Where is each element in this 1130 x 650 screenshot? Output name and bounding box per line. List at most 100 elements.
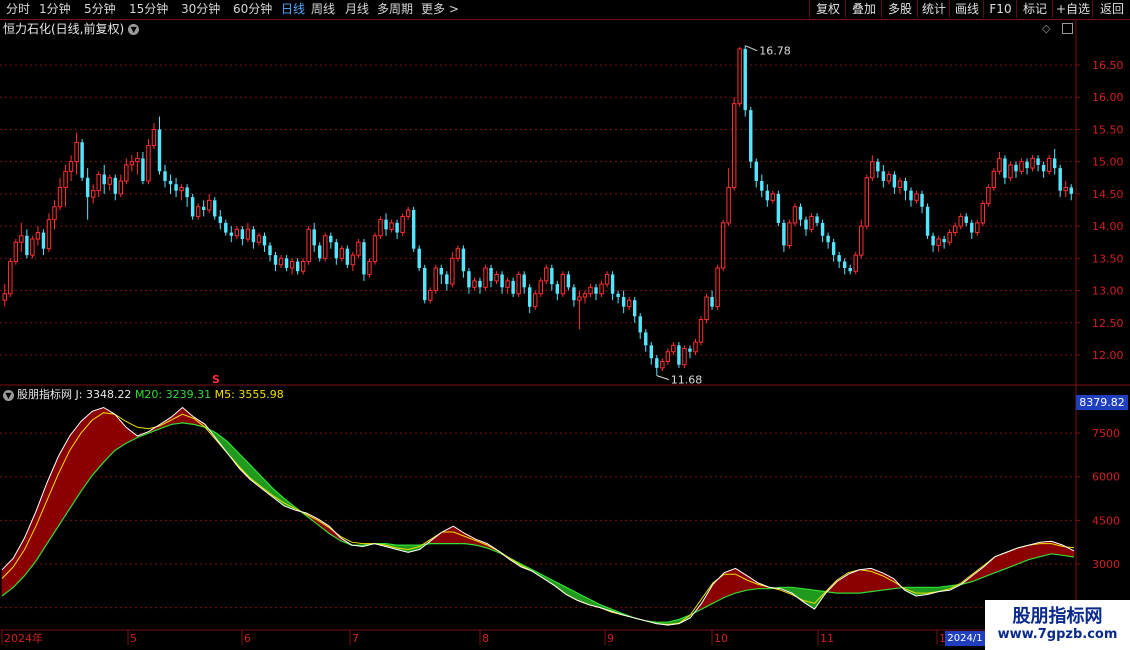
candle-body <box>925 206 930 236</box>
candle-body <box>754 161 758 181</box>
candle-body <box>787 222 792 246</box>
indicator-band-segment <box>836 573 849 594</box>
candle-body <box>936 238 941 246</box>
candle-body <box>820 222 825 236</box>
candle-body <box>141 158 145 181</box>
candle-body <box>356 241 361 256</box>
candle-body <box>975 222 980 234</box>
diamond-icon[interactable]: ◇ <box>1042 22 1050 35</box>
candle-body <box>168 181 173 185</box>
candle-body <box>400 215 405 234</box>
candle-body <box>146 145 151 182</box>
candle-body <box>213 200 217 217</box>
candle-body <box>809 215 814 230</box>
candle-body <box>428 290 433 301</box>
candle-body <box>234 228 240 237</box>
indicator-band-segment <box>103 406 116 463</box>
candle-body <box>560 273 566 295</box>
candle-body <box>278 257 284 266</box>
candle-body <box>423 268 427 301</box>
candle-body <box>25 235 29 256</box>
candle-body <box>46 219 52 250</box>
chevron-down-icon[interactable]: ▼ <box>3 389 14 401</box>
chevron-down-icon[interactable]: ▼ <box>128 24 140 35</box>
candle-body <box>179 186 184 192</box>
candle-body <box>201 206 206 210</box>
candle-body <box>638 316 642 333</box>
candle-body <box>350 254 356 266</box>
candle-body <box>124 164 129 182</box>
candle-body <box>30 238 35 256</box>
candle-body <box>522 274 526 288</box>
candle-body <box>876 161 880 172</box>
indicator-band-segment <box>453 525 466 544</box>
candle-body <box>859 225 864 256</box>
candle-body <box>174 184 178 191</box>
candle-body <box>151 128 157 147</box>
candle-body <box>737 48 742 105</box>
candle-body <box>362 242 366 275</box>
candle-body <box>632 300 637 317</box>
candle-body <box>942 239 946 243</box>
candle-body <box>378 219 383 237</box>
candle-body <box>516 273 521 295</box>
date-tick-label: 9 <box>607 632 614 645</box>
price-tick-label: 14.50 <box>1092 188 1124 201</box>
candle-body <box>826 235 830 243</box>
candle-body <box>455 248 461 259</box>
candle-body <box>41 232 46 249</box>
candle-body <box>886 174 892 182</box>
candle-body <box>207 199 212 211</box>
candle-body <box>892 174 897 188</box>
candle-body <box>671 344 676 353</box>
candle-body <box>57 186 63 208</box>
candle-body <box>538 280 543 295</box>
indicator-band-segment <box>746 575 759 591</box>
candle-body <box>599 283 604 295</box>
candle-body <box>688 348 692 352</box>
candle-body <box>323 235 328 259</box>
price-tick-label: 16.00 <box>1092 91 1124 104</box>
candle-body <box>770 193 776 201</box>
candle-body <box>389 222 394 230</box>
candle-body <box>1019 161 1024 172</box>
candle-body <box>621 297 626 307</box>
high-annotation-arrow <box>745 45 758 52</box>
candle-body <box>853 254 858 272</box>
price-tick-label: 13.50 <box>1092 252 1124 265</box>
candle-body <box>96 174 101 192</box>
candle-body <box>991 170 997 188</box>
candle-body <box>649 345 653 359</box>
candle-body <box>594 287 598 294</box>
candle-body <box>544 267 549 282</box>
candle-body <box>467 271 471 288</box>
maximize-icon[interactable] <box>1062 23 1073 34</box>
candle-body <box>417 248 421 268</box>
candle-body <box>224 222 228 233</box>
candle-body <box>958 215 963 227</box>
candle-body <box>262 235 267 246</box>
candle-body <box>986 186 991 205</box>
candle-body <box>588 286 593 295</box>
candle-body <box>245 228 251 240</box>
candle-body <box>1014 164 1018 172</box>
candle-body <box>312 229 316 246</box>
date-tick-label: 11 <box>820 632 834 645</box>
candle-body <box>1046 157 1052 172</box>
candle-body <box>1030 157 1035 169</box>
candle-body <box>1063 186 1068 192</box>
candle-body <box>726 186 731 224</box>
candle-body <box>566 274 571 288</box>
price-tick-label: 12.50 <box>1092 317 1124 330</box>
candle-body <box>19 235 24 243</box>
candle-body <box>931 235 935 246</box>
candle-body <box>63 170 68 188</box>
watermark-logo: 股朋指标网 www.7gpzb.com <box>985 600 1130 650</box>
candle-body <box>997 157 1002 172</box>
candle-body <box>765 190 770 201</box>
candle-body <box>2 293 7 301</box>
candle-body <box>190 197 195 217</box>
candle-body <box>218 216 222 223</box>
candle-body <box>760 181 764 191</box>
price-tick-label: 15.50 <box>1092 123 1124 136</box>
